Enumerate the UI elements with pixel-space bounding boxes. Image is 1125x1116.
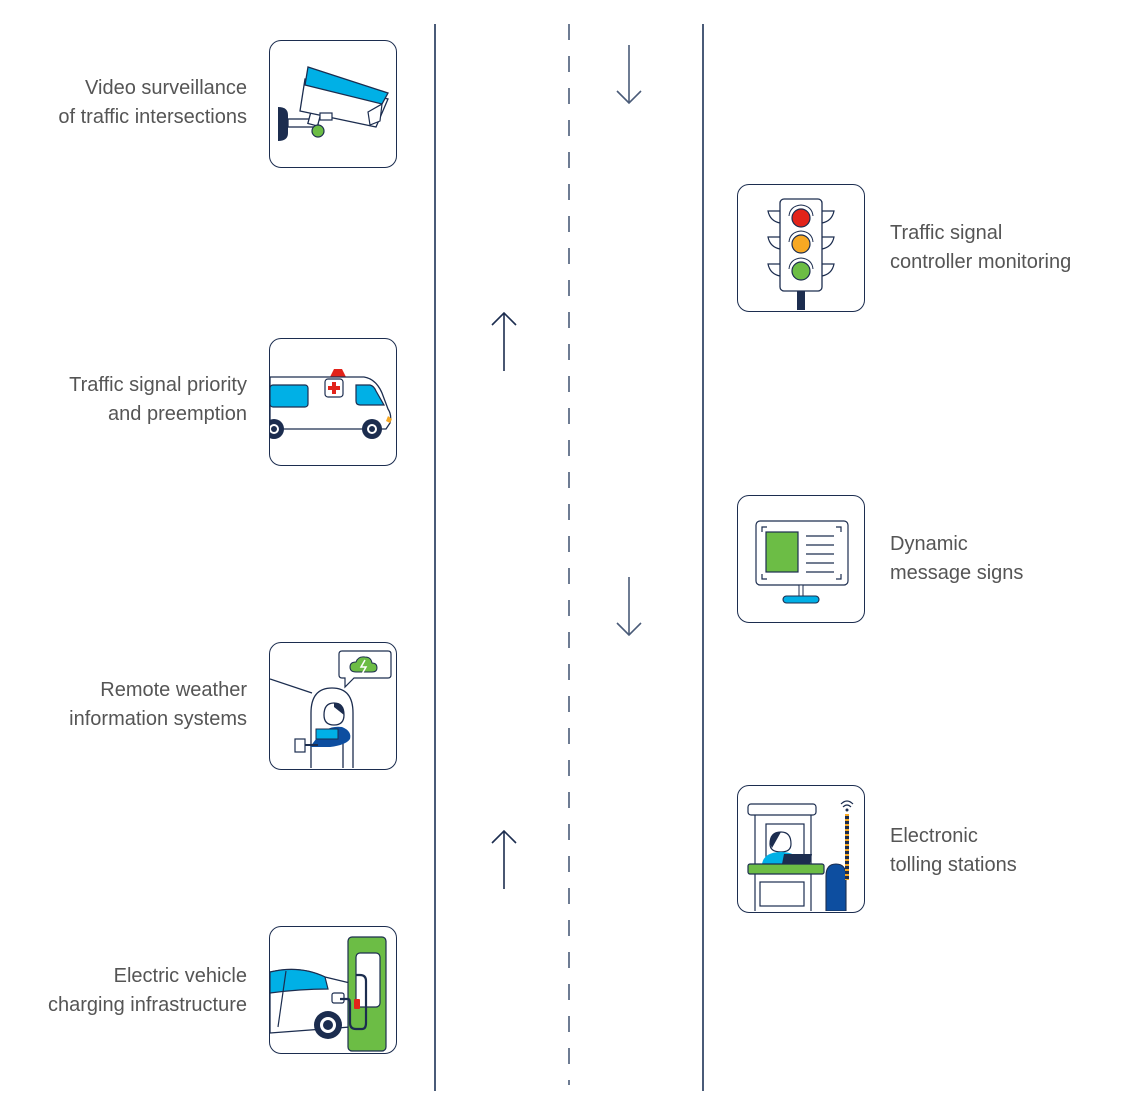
up-arrow-upper: [491, 311, 517, 371]
traffic-light-icon: [767, 198, 835, 310]
label-signal-controller: Traffic signal controller monitoring: [890, 219, 1071, 277]
label-weather: Remote weather information systems: [69, 676, 247, 734]
label-line: information systems: [69, 708, 247, 730]
security-camera-icon: [278, 66, 389, 141]
label-line: Traffic signal priority: [69, 374, 247, 396]
label-line: Electric vehicle: [113, 965, 247, 987]
tile-signal-controller: [737, 184, 865, 312]
tile-weather: [269, 642, 397, 770]
ambulance-icon: [270, 369, 392, 439]
label-line: of traffic intersections: [58, 106, 247, 128]
tile-video-surveillance: [269, 40, 397, 168]
up-arrow-lower: [491, 829, 517, 889]
label-line: Dynamic: [890, 533, 968, 555]
label-video-surveillance: Video surveillance of traffic intersecti…: [58, 74, 247, 132]
label-line: controller monitoring: [890, 251, 1072, 273]
label-message-signs: Dynamic message signs: [890, 530, 1023, 588]
tile-ev-charging: [269, 926, 397, 1054]
down-arrow-top: [616, 45, 642, 105]
tile-message-signs: [737, 495, 865, 623]
label-line: charging infrastructure: [48, 994, 247, 1016]
label-line: message signs: [890, 562, 1024, 584]
label-line: Video surveillance: [85, 77, 247, 99]
ev-charger-icon: [270, 936, 387, 1052]
tile-tolling: [737, 785, 865, 913]
label-line: tolling stations: [890, 854, 1017, 876]
label-ev-charging: Electric vehicle charging infrastructure: [48, 962, 247, 1020]
message-sign-icon: [755, 520, 849, 604]
label-line: and preemption: [108, 403, 247, 425]
toll-booth-icon: [747, 800, 854, 911]
label-line: Remote weather: [100, 679, 247, 701]
down-arrow-middle: [616, 577, 642, 637]
tile-signal-priority: [269, 338, 397, 466]
label-signal-priority: Traffic signal priority and preemption: [69, 371, 247, 429]
label-line: Traffic signal: [890, 222, 1003, 244]
weather-station-icon: [270, 650, 392, 768]
label-line: Electronic: [890, 825, 978, 847]
label-tolling: Electronic tolling stations: [890, 822, 1017, 880]
